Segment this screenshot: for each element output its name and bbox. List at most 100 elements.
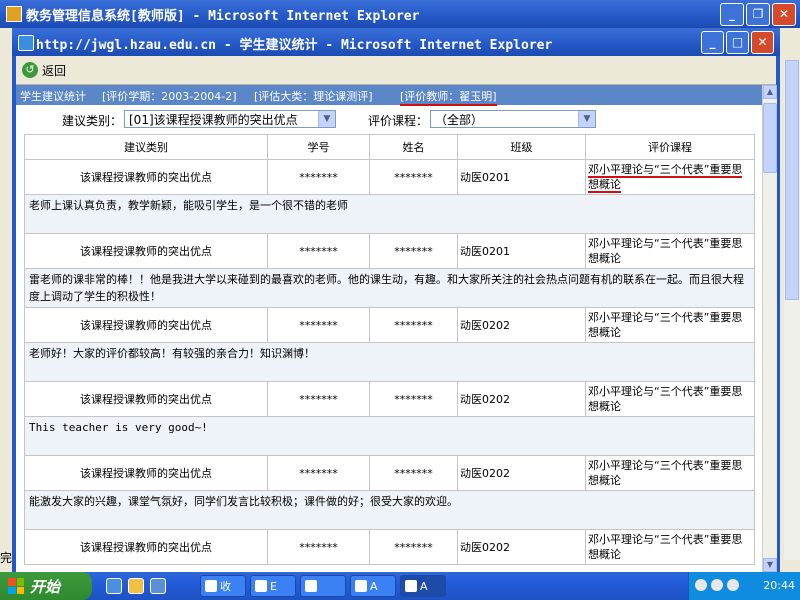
task-button[interactable]: A (350, 575, 396, 597)
maximize-icon[interactable]: □ (726, 31, 749, 54)
cell-course: 邓小平理论与“三个代表”重要思想概论 (585, 381, 755, 417)
cell-class: 动医0202 (457, 455, 586, 491)
task-button[interactable]: E (250, 575, 296, 597)
table-row: 该课程授课教师的突出优点 ******* ******* 动医0202 邓小平理… (24, 455, 755, 491)
breadcrumb: 学生建议统计 [评价学期：2003-2004-2] [评估大类：理论课测评] [… (16, 85, 762, 106)
cell-name: ******* (369, 381, 458, 417)
table-row: 该课程授课教师的突出优点 ******* ******* 动医0202 邓小平理… (24, 529, 755, 565)
outer-window-title: 教务管理信息系统[教师版] - Microsoft Internet Explo… (26, 9, 420, 24)
app-icon (205, 580, 217, 592)
table-row: 该课程授课教师的突出优点 ******* ******* 动医0202 邓小平理… (24, 381, 755, 417)
network-icon[interactable] (695, 579, 707, 591)
suggestions-table: 建议类别 学号 姓名 班级 评价课程 该课程授课教师的突出优点 ******* … (24, 134, 755, 565)
comment-text: 老师上课认真负责，教学新颖，能吸引学生，是一个很不错的老师 (24, 194, 755, 234)
cell-name: ******* (369, 455, 458, 491)
back-arrow-icon: ↺ (22, 62, 38, 78)
security-icon[interactable] (727, 579, 739, 591)
outer-scrollbar[interactable] (784, 60, 800, 560)
close-icon[interactable]: ✕ (772, 3, 796, 26)
comment-row: 能激发大家的兴趣，课堂气氛好，同学们发言比较积极；课件做的好；很受大家的欢迎。 (24, 490, 755, 530)
cell-student-id: ******* (267, 307, 370, 343)
app-icon (355, 580, 367, 592)
comment-text: 雷老师的课非常的棒！！他是我进大学以来碰到的最喜欢的老师。他的课生动，有趣。和大… (24, 268, 755, 308)
comment-row: 雷老师的课非常的棒！！他是我进大学以来碰到的最喜欢的老师。他的课生动，有趣。和大… (24, 268, 755, 308)
task-button[interactable]: 收 (200, 575, 246, 597)
course-filter-label: 评价课程： (368, 114, 429, 128)
outer-window-edge (0, 28, 12, 572)
cell-course: 邓小平理论与“三个代表”重要思想概论 (585, 455, 755, 491)
chevron-down-icon[interactable]: ▼ (318, 111, 335, 127)
restore-icon[interactable]: ❐ (746, 3, 770, 26)
app-icon (255, 580, 267, 592)
close-icon[interactable]: ✕ (751, 31, 774, 54)
outer-status-text: 完 (0, 551, 13, 565)
comment-text: This teacher is very good~! (24, 416, 755, 456)
filter-row: 建议类别： [01]该课程授课教师的突出优点 ▼ 评价课程： （全部） ▼ (16, 108, 762, 132)
taskbar: 开始 收 E A A 20:44 (0, 572, 800, 600)
header-name: 姓名 (369, 134, 458, 160)
ie-icon[interactable] (106, 578, 122, 594)
course-select-value: （全部） (435, 113, 484, 127)
comment-text: 能激发大家的兴趣，课堂气氛好，同学们发言比较积极；课件做的好；很受大家的欢迎。 (24, 490, 755, 530)
course-select[interactable]: （全部） ▼ (430, 110, 596, 128)
ie-icon (18, 35, 34, 51)
popup-title-bar[interactable]: http://jwgl.hzau.edu.cn - 学生建议统计 - Micro… (12, 28, 780, 56)
scroll-down-icon[interactable]: ▼ (763, 558, 777, 572)
system-tray: 20:44 (688, 572, 800, 600)
comment-row: 老师上课认真负责，教学新颖，能吸引学生，是一个很不错的老师 (24, 194, 755, 234)
category-select-value: [01]该课程授课教师的突出优点 (129, 113, 298, 127)
cell-class: 动医0202 (457, 307, 586, 343)
popup-window-title: http://jwgl.hzau.edu.cn - 学生建议统计 - Micro… (36, 38, 553, 53)
cell-course: 邓小平理论与“三个代表”重要思想概论 (585, 233, 755, 269)
desktop-icon[interactable] (150, 578, 166, 594)
comment-row: 老师好！大家的评价都较高！有较强的亲合力！知识渊博！ (24, 342, 755, 382)
cell-name: ******* (369, 529, 458, 565)
category-filter-label: 建议类别： (62, 114, 123, 128)
comment-row: This teacher is very good~! (24, 416, 755, 456)
chevron-down-icon[interactable]: ▼ (578, 111, 595, 127)
app-icon (305, 580, 317, 592)
minimize-icon[interactable]: _ (720, 3, 744, 26)
outer-scroll-thumb[interactable] (785, 60, 799, 300)
task-button-active[interactable]: A (400, 575, 446, 597)
outer-title-bar[interactable]: 教务管理信息系统[教师版] - Microsoft Internet Explo… (0, 0, 800, 28)
popup-window: http://jwgl.hzau.edu.cn - 学生建议统计 - Micro… (12, 28, 780, 572)
popup-window-controls: _ □ ✕ (701, 31, 774, 54)
breadcrumb-category: [评估大类：理论课测评] (254, 90, 373, 103)
scroll-thumb[interactable] (763, 103, 777, 173)
folder-icon[interactable] (128, 578, 144, 594)
scroll-up-icon[interactable]: ▲ (763, 85, 777, 99)
header-course: 评价课程 (585, 134, 755, 160)
app-icon (405, 580, 417, 592)
table-header-row: 建议类别 学号 姓名 班级 评价课程 (24, 134, 755, 160)
course-text: 邓小平理论与“三个代表”重要思想概论 (588, 163, 743, 193)
clock[interactable]: 20:44 (763, 579, 795, 592)
cell-course: 邓小平理论与“三个代表”重要思想概论 (585, 159, 755, 195)
breadcrumb-semester: [评价学期：2003-2004-2] (102, 90, 237, 103)
cell-category: 该课程授课教师的突出优点 (24, 159, 268, 195)
header-category: 建议类别 (24, 134, 268, 160)
popup-scrollbar[interactable]: ▲ ▼ (762, 85, 777, 572)
back-button[interactable]: ↺ 返回 (22, 60, 66, 80)
task-button[interactable] (300, 575, 346, 597)
cell-class: 动医0202 (457, 529, 586, 565)
quick-launch (106, 578, 166, 594)
cell-category: 该课程授课教师的突出优点 (24, 529, 268, 565)
cell-category: 该课程授课教师的突出优点 (24, 233, 268, 269)
volume-icon[interactable] (711, 579, 723, 591)
toolbar: ↺ 返回 (16, 56, 776, 85)
start-button[interactable]: 开始 (0, 572, 92, 600)
cell-name: ******* (369, 307, 458, 343)
outer-window-controls: _ ❐ ✕ (720, 3, 796, 26)
cell-category: 该课程授课教师的突出优点 (24, 455, 268, 491)
cell-student-id: ******* (267, 381, 370, 417)
header-student-id: 学号 (267, 134, 370, 160)
suggestions-table-area: 建议类别 学号 姓名 班级 评价课程 该课程授课教师的突出优点 ******* … (24, 134, 762, 572)
minimize-icon[interactable]: _ (701, 31, 724, 54)
table-row: 该课程授课教师的突出优点 ******* ******* 动医0201 邓小平理… (24, 159, 755, 195)
category-select[interactable]: [01]该课程授课教师的突出优点 ▼ (124, 110, 336, 128)
cell-student-id: ******* (267, 455, 370, 491)
table-row: 该课程授课教师的突出优点 ******* ******* 动医0201 邓小平理… (24, 233, 755, 269)
cell-class: 动医0201 (457, 159, 586, 195)
cell-class: 动医0201 (457, 233, 586, 269)
